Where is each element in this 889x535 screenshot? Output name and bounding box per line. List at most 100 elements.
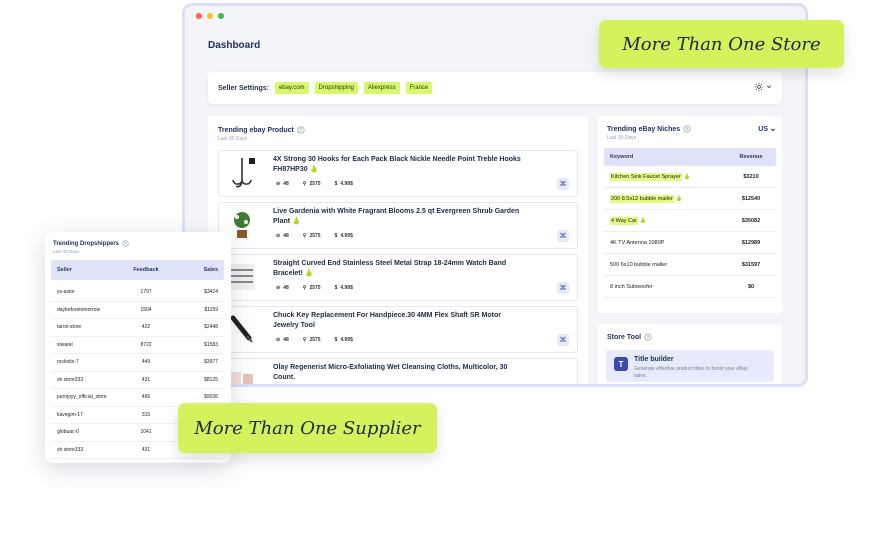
- revenue-value: $0: [747, 283, 755, 290]
- feedback-value: 431: [141, 446, 151, 453]
- seller-name: ys-astor: [57, 289, 75, 296]
- product-name: Olay Regenerist Micro-Exfoliating Wet Cl…: [273, 364, 508, 381]
- seller-name: rocknits-7: [57, 359, 79, 366]
- product-searches: ⚲ 2575: [302, 337, 321, 343]
- revenue-value: $12540: [741, 195, 761, 202]
- network-icon: ⌘: [559, 233, 567, 240]
- seller-settings-label: Seller Settings:: [218, 84, 269, 92]
- table-row[interactable]: 8 inch Subwoofer $0: [604, 276, 776, 298]
- text-icon: T: [614, 357, 628, 371]
- sales-value: $2448: [204, 324, 218, 331]
- niches-table-header: Keyword Revenue: [604, 148, 776, 166]
- keyword-text: 200 8.5x12 bubble mailer: [610, 194, 674, 203]
- table-row[interactable]: 200 8.5x12 bubble mailer 🍐 $12540: [604, 188, 776, 210]
- sales-value: $9036: [204, 394, 218, 401]
- table-row[interactable]: taron-store 422 $2448: [51, 319, 224, 337]
- product-name: Chuck Key Replacement For Handpiece.30 4…: [273, 312, 501, 329]
- table-row[interactable]: ys-astor 1797 $3424: [51, 284, 224, 302]
- product-tag-count: ⊘ 48: [276, 337, 289, 343]
- product-card[interactable]: 4X Strong 30 Hooks for Each Pack Black N…: [218, 150, 578, 197]
- table-row[interactable]: 500 6x10 bubble mailer $31597: [604, 254, 776, 276]
- sales-value: $8125: [204, 376, 218, 383]
- tag-icon: ⊘: [276, 181, 281, 187]
- product-price: $4.99$: [334, 337, 353, 343]
- info-icon[interactable]: ?: [683, 125, 691, 133]
- minimize-window-dot[interactable]: [207, 13, 213, 19]
- info-icon[interactable]: ?: [122, 240, 129, 247]
- column-header-seller[interactable]: Seller: [51, 267, 121, 273]
- product-action-button[interactable]: ⌘: [557, 230, 569, 242]
- search-icon: ⚲: [302, 285, 307, 291]
- info-icon[interactable]: ?: [297, 126, 305, 134]
- revenue-value: $3210: [743, 173, 759, 180]
- column-header-keyword[interactable]: Keyword: [604, 154, 726, 160]
- sales-value: $3424: [204, 289, 218, 296]
- seller-name: globuac-0: [57, 429, 79, 436]
- table-row[interactable]: sh store333 431 $8125: [51, 372, 224, 389]
- gear-icon: [754, 82, 764, 92]
- product-card[interactable]: Live Gardenia with White Fragrant Blooms…: [218, 202, 578, 249]
- sales-value: $1583: [204, 341, 218, 348]
- store-tool-panel: Store Tool ? T Title builder Generate ef…: [598, 324, 782, 384]
- info-icon[interactable]: ?: [644, 333, 652, 341]
- keyword-text: Kitchen Sink Faucet Sprayer: [610, 172, 682, 181]
- search-icon: ⚲: [302, 337, 307, 343]
- dollar-icon: $: [334, 285, 338, 291]
- column-header-sales[interactable]: Sales: [171, 267, 224, 273]
- feedback-value: 449: [141, 359, 151, 366]
- table-row[interactable]: daybeforetomorrow 1504 $1159: [51, 302, 224, 319]
- trending-niches-title-text: Trending eBay Niches: [607, 125, 681, 133]
- svg-text:?: ?: [686, 127, 689, 133]
- trending-products-title: Trending ebay Product ?: [218, 126, 305, 134]
- title-builder-card[interactable]: T Title builder Generate effective produ…: [606, 350, 774, 382]
- product-card[interactable]: Straight Curved End Stainless Steel Meta…: [218, 254, 578, 301]
- product-action-button[interactable]: ⌘: [557, 334, 569, 346]
- svg-text:?: ?: [124, 241, 127, 246]
- revenue-value: $31597: [741, 261, 761, 268]
- pear-icon: 🍐: [304, 270, 314, 277]
- seller-name: sh store333: [57, 446, 84, 453]
- settings-tag-country[interactable]: France: [405, 82, 433, 94]
- seller-name: daybeforetomorrow: [57, 306, 101, 313]
- product-searches: ⚲ 2575: [302, 285, 321, 291]
- pear-icon: 🍐: [309, 166, 319, 173]
- country-value: US: [758, 126, 768, 133]
- keyword-text: 500 6x10 bubble mailer: [610, 261, 668, 268]
- table-row[interactable]: 4K TV Antenna 1080P $12989: [604, 232, 776, 254]
- product-card[interactable]: Olay Regenerist Micro-Exfoliating Wet Cl…: [218, 358, 578, 384]
- settings-gear-button[interactable]: [754, 82, 772, 92]
- product-card[interactable]: Chuck Key Replacement For Handpiece.30 4…: [218, 306, 578, 353]
- close-window-dot[interactable]: [196, 13, 202, 19]
- table-row[interactable]: rocknits-7 449 $3977: [51, 354, 224, 372]
- chevron-down-icon: [770, 127, 776, 131]
- dropshippers-table-header: Seller Feedback Sales: [51, 260, 224, 280]
- pear-icon: 🍐: [675, 195, 683, 202]
- feedback-value: 1504: [140, 306, 152, 313]
- more-than-one-supplier-badge: More Than One Supplier: [178, 403, 437, 453]
- maximize-window-dot[interactable]: [218, 13, 224, 19]
- column-header-feedback[interactable]: Feedback: [121, 267, 171, 273]
- settings-tag-marketplace[interactable]: ebay.com: [274, 82, 309, 94]
- seller-name: taron-store: [57, 324, 82, 331]
- svg-text:?: ?: [647, 335, 650, 341]
- column-header-revenue[interactable]: Revenue: [726, 154, 776, 160]
- product-action-button[interactable]: ⌘: [557, 178, 569, 190]
- trending-dropshippers-subtitle: Last 30 Days: [53, 249, 80, 254]
- settings-tag-supplier[interactable]: Aliexpress: [363, 82, 400, 94]
- settings-tag-model[interactable]: Dropshipping: [314, 82, 358, 94]
- product-searches: ⚲ 2575: [302, 233, 321, 239]
- table-row[interactable]: 4 Way Car 🍐 $35082: [604, 210, 776, 232]
- trending-niches-panel: Trending eBay Niches ? Last 30 Days US K…: [598, 116, 782, 313]
- tag-icon: ⊘: [276, 285, 281, 291]
- dollar-icon: $: [334, 233, 338, 239]
- niches-table: Keyword Revenue Kitchen Sink Faucet Spra…: [604, 148, 776, 298]
- trending-products-subtitle: Last 30 Days: [218, 136, 248, 142]
- table-row[interactable]: Kitchen Sink Faucet Sprayer 🍐 $3210: [604, 166, 776, 188]
- revenue-value: $35082: [741, 217, 761, 224]
- feedback-value: 8722: [140, 341, 152, 348]
- country-select[interactable]: US: [758, 126, 776, 133]
- product-action-button[interactable]: ⌘: [557, 282, 569, 294]
- table-row[interactable]: siwarel 8722 $1583: [51, 337, 224, 354]
- trending-niches-subtitle: Last 30 Days: [607, 135, 637, 141]
- tag-icon: ⊘: [276, 337, 281, 343]
